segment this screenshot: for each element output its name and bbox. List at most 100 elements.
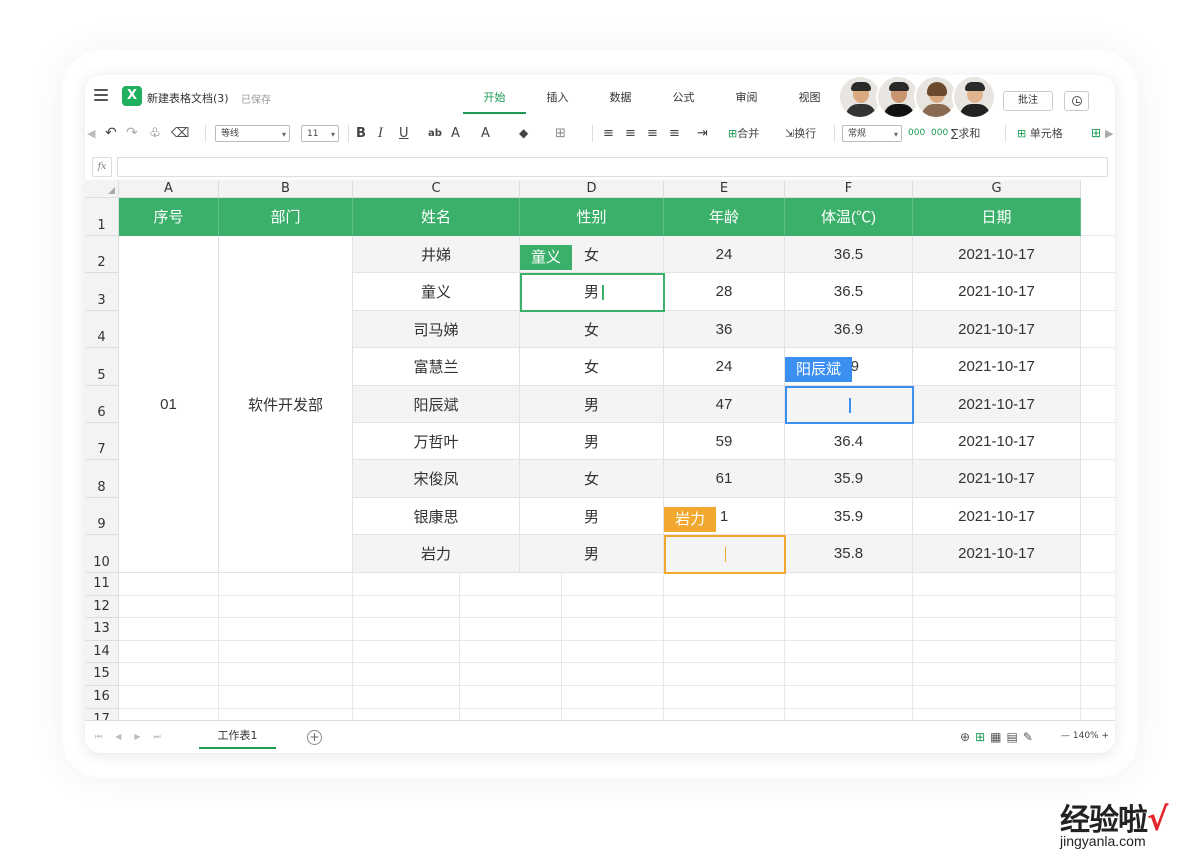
empty-cell[interactable] [353, 640, 460, 664]
empty-cell[interactable] [785, 640, 913, 664]
row-header[interactable]: 6 [85, 386, 119, 423]
table-cell-age[interactable]: 47 [664, 386, 785, 423]
table-cell-date[interactable]: 2021-10-17 [913, 460, 1081, 498]
empty-cell[interactable] [1081, 311, 1115, 348]
empty-cell[interactable] [664, 708, 785, 720]
hamburger-menu-icon[interactable] [94, 89, 108, 101]
empty-cell[interactable] [219, 640, 353, 664]
table-cell-gender[interactable]: 男 [520, 535, 664, 573]
empty-cell[interactable] [785, 663, 913, 686]
empty-cell[interactable] [562, 640, 664, 664]
table-cell-gender[interactable]: 女 [520, 460, 664, 498]
empty-cell[interactable] [664, 595, 785, 619]
empty-cell[interactable] [460, 595, 562, 619]
table-cell-age[interactable]: 36 [664, 311, 785, 348]
history-clock-icon[interactable] [1064, 91, 1089, 111]
empty-cell[interactable] [219, 573, 353, 596]
format-painter-icon[interactable]: ♧ [149, 125, 161, 142]
empty-cell[interactable] [913, 708, 1081, 720]
empty-cell[interactable] [785, 595, 913, 619]
row-header[interactable]: 15 [85, 663, 119, 686]
empty-cell[interactable] [219, 686, 353, 709]
table-cell-temp[interactable]: 35.9 [785, 498, 913, 535]
empty-cell[interactable] [1081, 273, 1115, 311]
table-cell-age[interactable]: 24 [664, 348, 785, 386]
annotate-button[interactable]: 批注 [1003, 91, 1053, 111]
decrease-decimal-icon[interactable]: 000 [931, 125, 948, 142]
page-break-icon[interactable]: ▤ [1006, 730, 1017, 744]
normal-view-icon[interactable]: ⊞ [975, 730, 985, 744]
empty-cell[interactable] [119, 573, 219, 596]
increase-decimal-icon[interactable]: 000 [908, 125, 925, 142]
table-cell-gender[interactable]: 女 [520, 348, 664, 386]
row-header[interactable]: 1 [85, 198, 119, 236]
table-cell-name[interactable]: 井娣 [353, 236, 520, 273]
empty-cell[interactable] [913, 618, 1081, 641]
table-cell-name[interactable]: 岩力 [353, 535, 520, 573]
font-name-select[interactable]: 等线 [215, 125, 290, 143]
table-header-cell[interactable]: 部门 [219, 198, 353, 236]
empty-cell[interactable] [353, 573, 460, 596]
align-left-icon[interactable]: ≡ [603, 125, 614, 142]
table-cell-date[interactable]: 2021-10-17 [913, 311, 1081, 348]
table-cell-age[interactable]: 28 [664, 273, 785, 311]
font-color-button[interactable]: A [481, 125, 490, 142]
tab-home[interactable]: 开始 [463, 75, 526, 120]
empty-cell[interactable] [913, 640, 1081, 664]
cell-button[interactable]: ⊞ 单元格 [1017, 125, 1063, 142]
table-cell-gender[interactable]: 女 [520, 311, 664, 348]
scroll-right-icon[interactable]: ▶ [1105, 125, 1113, 142]
table-header-cell[interactable]: 日期 [913, 198, 1081, 236]
merged-seq-cell[interactable]: 01 [119, 236, 219, 573]
empty-cell[interactable] [1081, 596, 1115, 619]
empty-cell[interactable] [1081, 460, 1115, 498]
table-cell-temp[interactable]: 36.9 [785, 311, 913, 348]
empty-cell[interactable] [1081, 686, 1115, 709]
formula-input[interactable] [117, 157, 1108, 177]
add-sheet-icon[interactable]: + [307, 730, 322, 745]
page-layout-icon[interactable]: ▦ [990, 730, 1001, 744]
table-header-cell[interactable]: 性别 [520, 198, 664, 236]
empty-cell[interactable] [460, 708, 562, 720]
globe-icon[interactable]: ⊕ [960, 730, 970, 744]
empty-cell[interactable] [460, 573, 562, 596]
row-header[interactable]: 9 [85, 498, 119, 535]
empty-cell[interactable] [664, 663, 785, 686]
merge-button[interactable]: ⊞合并 [728, 125, 759, 142]
empty-cell[interactable] [353, 663, 460, 686]
merged-dept-cell[interactable]: 软件开发部 [219, 236, 353, 573]
row-header[interactable]: 3 [85, 273, 119, 311]
table-header-cell[interactable]: 体温(℃) [785, 198, 913, 236]
empty-cell[interactable] [219, 595, 353, 619]
align-right-icon[interactable]: ≡ [647, 125, 658, 142]
empty-cell[interactable] [1081, 663, 1115, 686]
row-header[interactable]: 10 [85, 535, 119, 573]
column-header[interactable]: C [353, 180, 520, 198]
table-cell-name[interactable]: 童义 [353, 273, 520, 311]
empty-cell[interactable] [460, 640, 562, 664]
table-cell-date[interactable]: 2021-10-17 [913, 236, 1081, 273]
table-cell-name[interactable]: 万哲叶 [353, 423, 520, 460]
table-cell-name[interactable]: 宋俊凤 [353, 460, 520, 498]
table-cell-temp[interactable]: 36.4 [785, 423, 913, 460]
sheet-navigation-icons[interactable]: ⏮◀▶⏭ [95, 732, 174, 742]
empty-cell[interactable] [1081, 618, 1115, 641]
table-header-cell[interactable]: 姓名 [353, 198, 520, 236]
table-cell-age[interactable]: 24 [664, 236, 785, 273]
tab-formula[interactable]: 公式 [652, 75, 715, 120]
eraser-icon[interactable]: ⌫ [171, 125, 189, 142]
empty-cell[interactable] [460, 618, 562, 641]
empty-cell[interactable] [460, 686, 562, 709]
indent-icon[interactable]: ⇥ [697, 125, 708, 142]
zoom-control[interactable]: — 140% + [1061, 731, 1109, 741]
sum-button[interactable]: ∑求和 [951, 125, 980, 142]
table-cell-age[interactable]: 61 [664, 460, 785, 498]
column-header[interactable]: B [219, 180, 353, 198]
column-header[interactable]: D [520, 180, 664, 198]
empty-cell[interactable] [913, 686, 1081, 709]
table-cell-name[interactable]: 富慧兰 [353, 348, 520, 386]
empty-cell[interactable] [1081, 535, 1115, 573]
empty-cell[interactable] [785, 573, 913, 596]
sheet-tab[interactable]: 工作表1 [199, 721, 276, 749]
empty-cell[interactable] [1081, 236, 1115, 273]
